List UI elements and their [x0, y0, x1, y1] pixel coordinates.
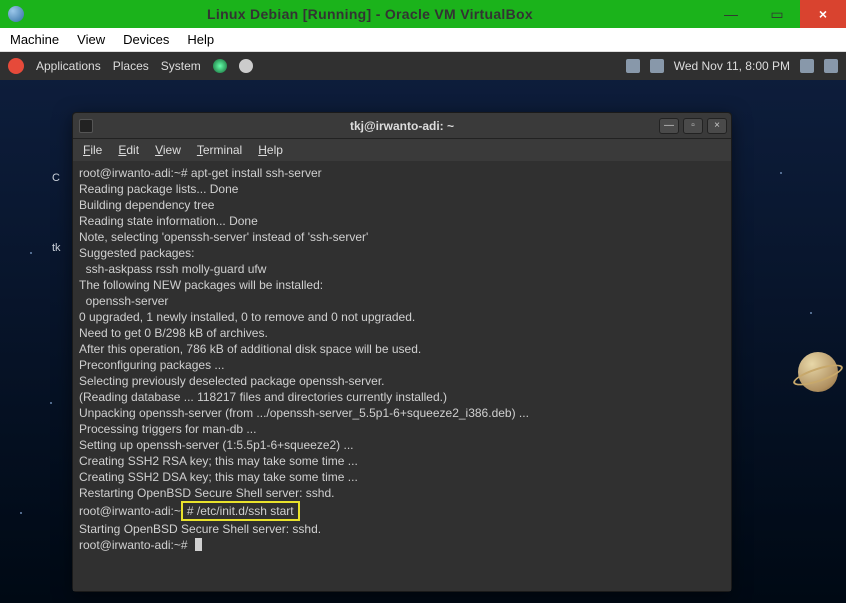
terminal-line: Note, selecting 'openssh-server' instead… [79, 230, 368, 244]
terminal-line: Restarting OpenBSD Secure Shell server: … [79, 486, 334, 500]
maximize-button[interactable]: ▭ [754, 0, 800, 28]
terminal-cursor [195, 538, 202, 551]
terminal-menu-view[interactable]: View [155, 143, 181, 157]
vbox-window-title: Linux Debian [Running] - Oracle VM Virtu… [32, 6, 708, 22]
terminal-line: Creating SSH2 RSA key; this may take som… [79, 454, 358, 468]
terminal-line: Starting OpenBSD Secure Shell server: ss… [79, 522, 321, 536]
terminal-line: Setting up openssh-server (1:5.5p1-6+squ… [79, 438, 354, 452]
terminal-titlebar[interactable]: tkj@irwanto-adi: ~ — ▫ × [73, 113, 731, 139]
update-notifier-icon[interactable] [626, 59, 640, 73]
volume-icon[interactable] [800, 59, 814, 73]
terminal-line: Preconfiguring packages ... [79, 358, 224, 372]
menu-devices[interactable]: Devices [123, 32, 169, 47]
terminal-menu-terminal[interactable]: Terminal [197, 143, 242, 157]
close-button[interactable]: × [800, 0, 846, 28]
menu-system[interactable]: System [161, 59, 201, 73]
terminal-menu-edit[interactable]: Edit [118, 143, 139, 157]
highlighted-command: # /etc/init.d/ssh start [181, 501, 300, 521]
vbox-titlebar[interactable]: Linux Debian [Running] - Oracle VM Virtu… [0, 0, 846, 28]
terminal-line: Processing triggers for man-db ... [79, 422, 256, 436]
help-launcher-icon[interactable] [239, 59, 253, 73]
guest-desktop[interactable]: Applications Places System Wed Nov 11, 8… [0, 52, 846, 603]
desktop-icon-label[interactable]: C [52, 172, 60, 184]
terminal-line: (Reading database ... 118217 files and d… [79, 390, 447, 404]
terminal-line: Creating SSH2 DSA key; this may take som… [79, 470, 358, 484]
terminal-window[interactable]: tkj@irwanto-adi: ~ — ▫ × File Edit View … [72, 112, 732, 592]
terminal-line: root@irwanto-adi:~# [79, 538, 188, 552]
vbox-menubar: Machine View Devices Help [0, 28, 846, 52]
terminal-line: Need to get 0 B/298 kB of archives. [79, 326, 268, 340]
terminal-line: Reading package lists... Done [79, 182, 238, 196]
terminal-menubar: File Edit View Terminal Help [73, 139, 731, 161]
minimize-button[interactable]: — [708, 0, 754, 28]
terminal-line: 0 upgraded, 1 newly installed, 0 to remo… [79, 310, 415, 324]
terminal-line: root@irwanto-adi:~# apt-get install ssh-… [79, 166, 322, 180]
terminal-line: After this operation, 786 kB of addition… [79, 342, 421, 356]
system-tray: Wed Nov 11, 8:00 PM [626, 59, 838, 73]
menu-places[interactable]: Places [113, 59, 149, 73]
terminal-line: ssh-askpass rssh molly-guard ufw [79, 262, 266, 276]
terminal-line: Reading state information... Done [79, 214, 258, 228]
terminal-line: Selecting previously deselected package … [79, 374, 385, 388]
terminal-icon [79, 119, 93, 133]
menu-applications[interactable]: Applications [36, 59, 101, 73]
menu-view[interactable]: View [77, 32, 105, 47]
gnome-top-panel: Applications Places System Wed Nov 11, 8… [0, 52, 846, 80]
user-switch-icon[interactable] [824, 59, 838, 73]
menu-machine[interactable]: Machine [10, 32, 59, 47]
terminal-maximize-button[interactable]: ▫ [683, 118, 703, 134]
terminal-body[interactable]: root@irwanto-adi:~# apt-get install ssh-… [73, 161, 731, 591]
vbox-app-icon [8, 6, 24, 22]
browser-launcher-icon[interactable] [213, 59, 227, 73]
terminal-line: Unpacking openssh-server (from .../opens… [79, 406, 529, 420]
menu-help[interactable]: Help [187, 32, 214, 47]
terminal-minimize-button[interactable]: — [659, 118, 679, 134]
debian-logo-icon[interactable] [8, 58, 24, 74]
terminal-line: root@irwanto-adi:~ [79, 504, 181, 518]
desktop-icon-label[interactable]: tk [52, 242, 61, 254]
terminal-close-button[interactable]: × [707, 118, 727, 134]
terminal-title: tkj@irwanto-adi: ~ [350, 119, 454, 133]
terminal-line: Suggested packages: [79, 246, 194, 260]
clock[interactable]: Wed Nov 11, 8:00 PM [674, 59, 790, 73]
terminal-menu-file[interactable]: File [83, 143, 102, 157]
terminal-menu-help[interactable]: Help [258, 143, 283, 157]
terminal-line: openssh-server [79, 294, 168, 308]
terminal-line: Building dependency tree [79, 198, 214, 212]
battery-icon[interactable] [650, 59, 664, 73]
terminal-line: The following NEW packages will be insta… [79, 278, 323, 292]
